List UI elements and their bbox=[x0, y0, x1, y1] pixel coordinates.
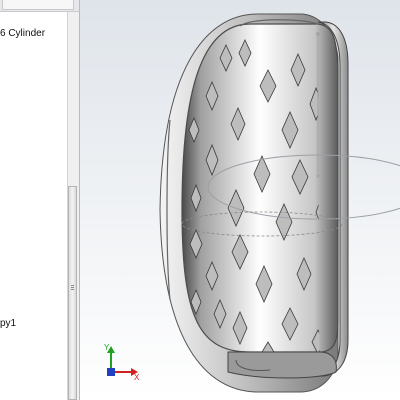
tree-item-copy[interactable]: py1 bbox=[0, 318, 16, 330]
tree-scrollbar-thumb[interactable] bbox=[68, 186, 77, 400]
scroll-grip-line bbox=[71, 287, 74, 288]
tire-model bbox=[159, 13, 349, 393]
tree-item-cylinder[interactable]: 6 Cylinder bbox=[0, 28, 45, 40]
triad-x-label: X bbox=[134, 373, 140, 382]
graphics-viewport[interactable]: X Y bbox=[80, 0, 400, 400]
feature-tree-panel: 6 Cylinder py1 bbox=[0, 0, 80, 400]
scroll-grip-line bbox=[71, 285, 74, 286]
triad-y-label: Y bbox=[104, 343, 110, 352]
tire-bottom-band bbox=[227, 351, 337, 379]
tree-toolbar bbox=[0, 0, 79, 12]
tree-filter-box[interactable] bbox=[2, 0, 74, 10]
scroll-grip-line bbox=[71, 289, 74, 290]
